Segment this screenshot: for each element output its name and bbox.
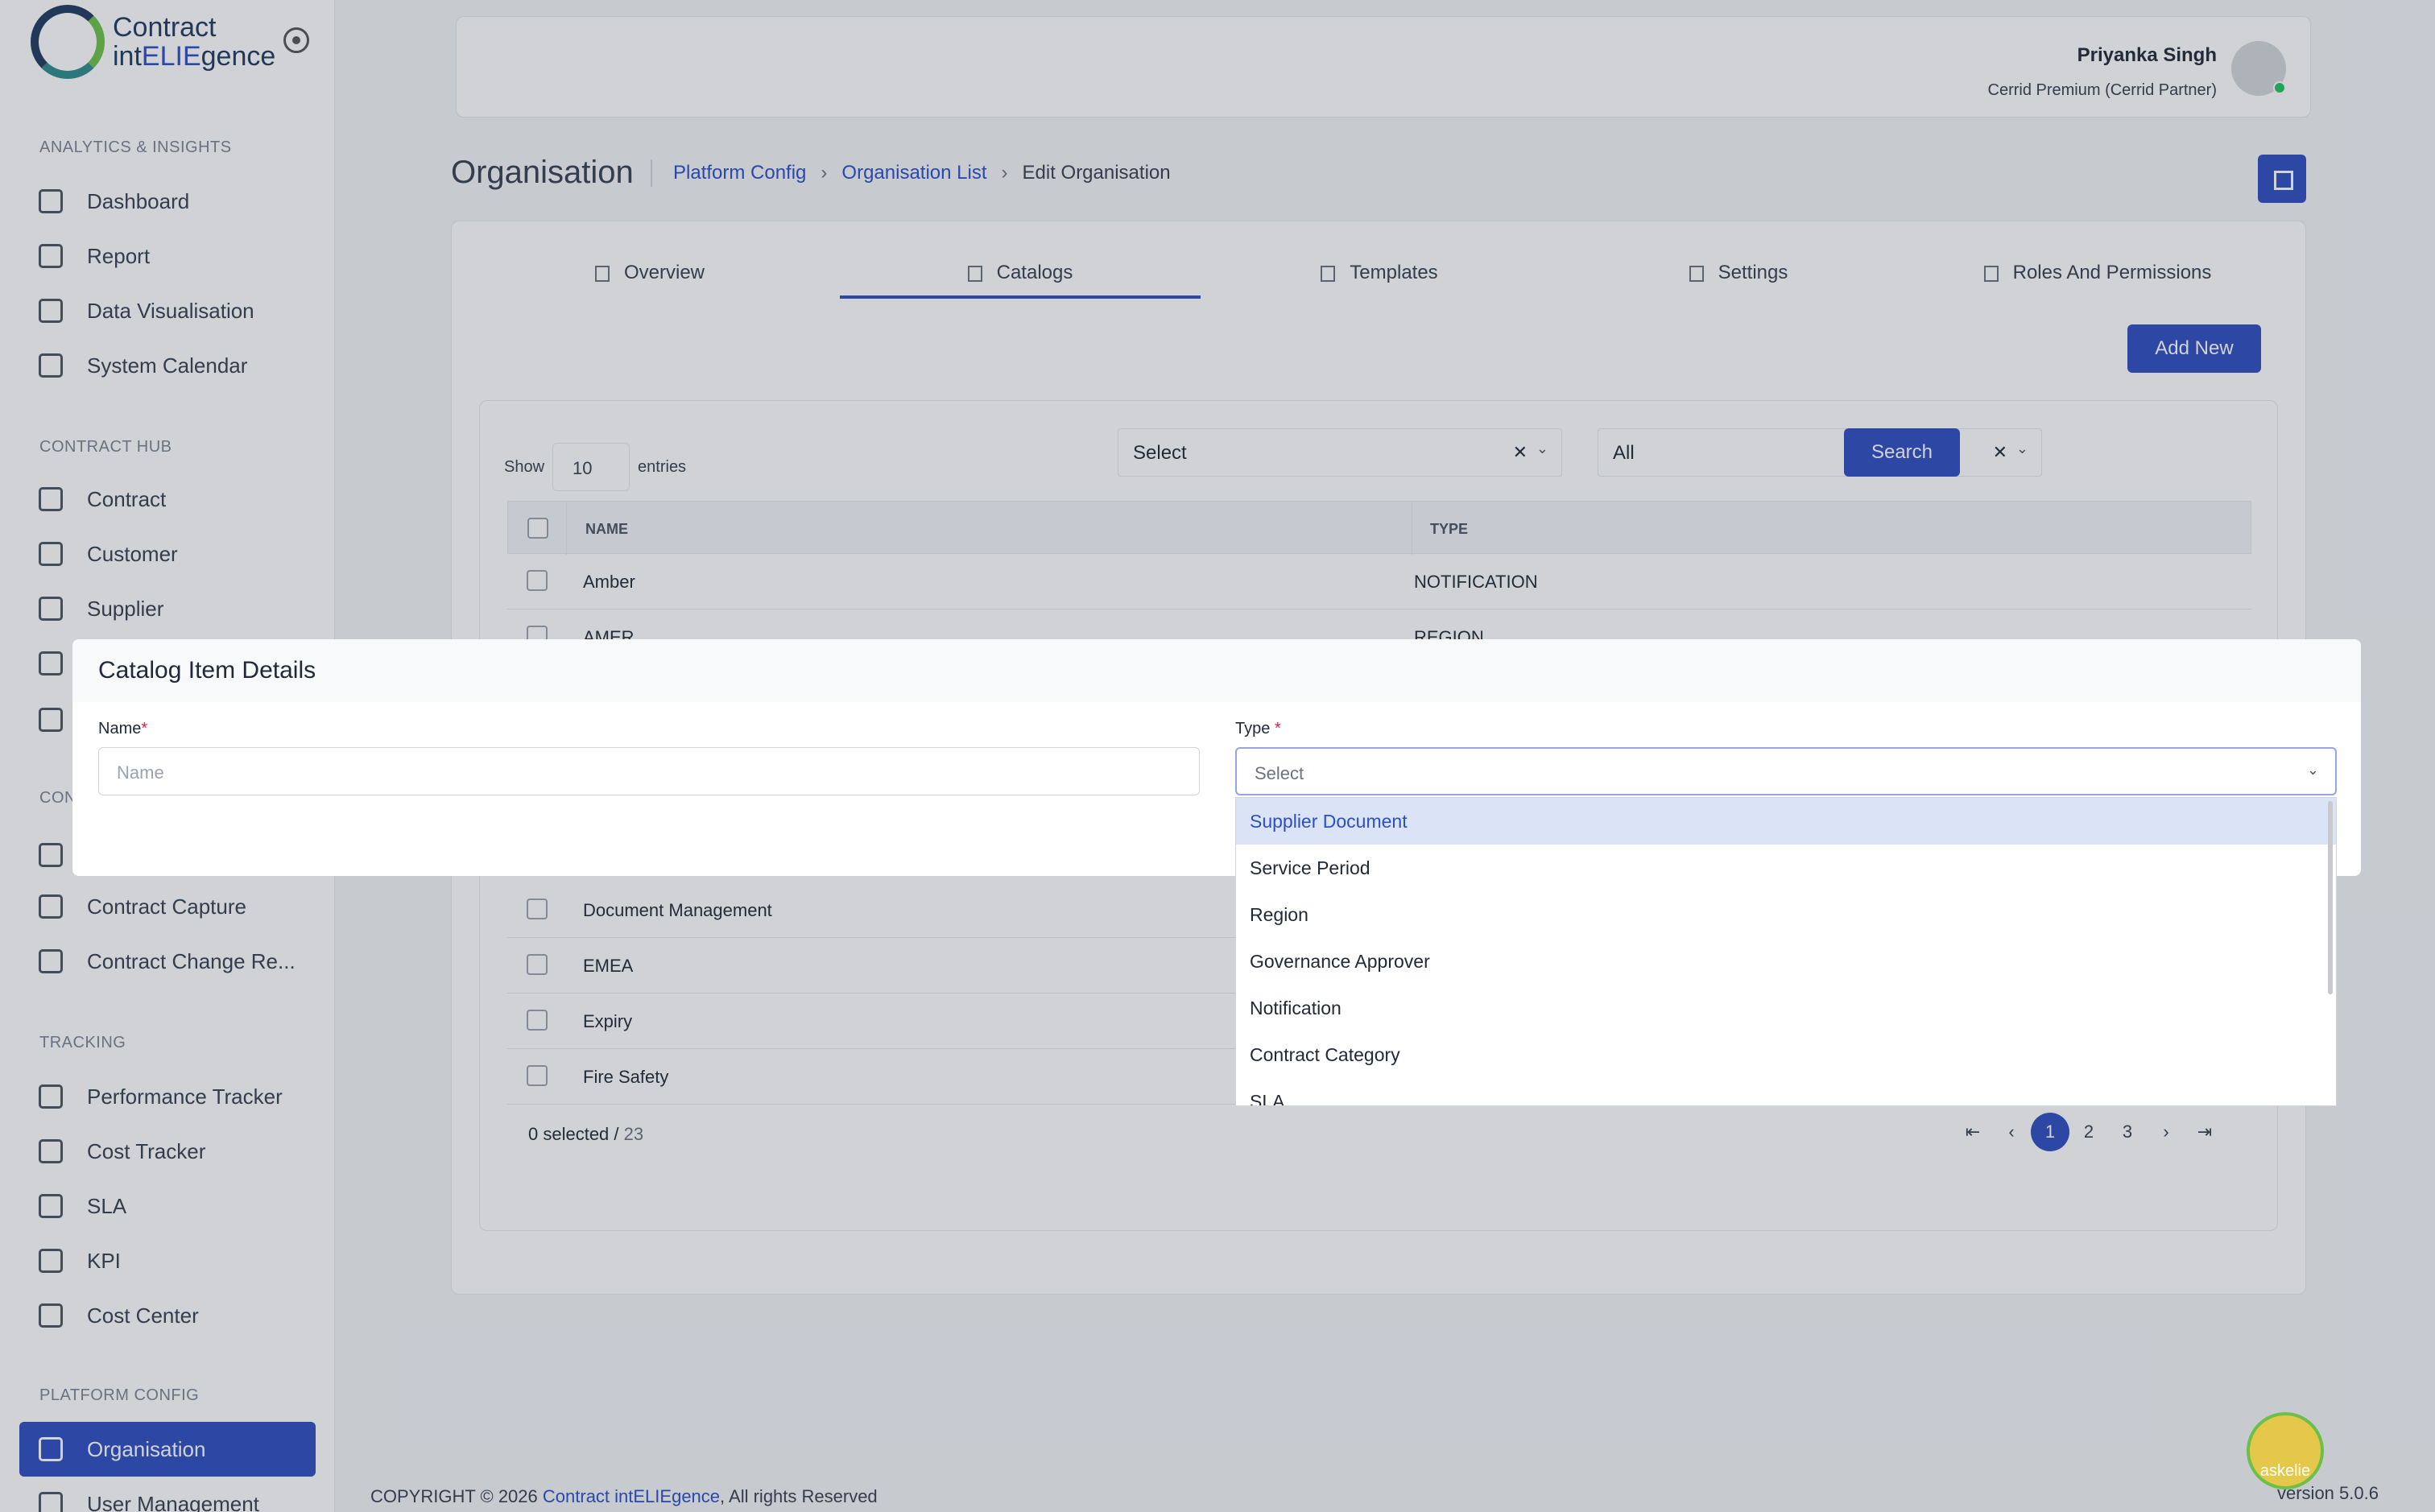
name-label: Name* <box>98 720 148 737</box>
dropdown-option[interactable]: Governance Approver <box>1236 938 2336 985</box>
dropdown-option[interactable]: SLA <box>1236 1078 2336 1105</box>
askelie-assistant-button[interactable]: askelie <box>2247 1412 2324 1489</box>
type-label: Type * <box>1235 720 1281 737</box>
name-input[interactable]: Name <box>98 747 1200 795</box>
dropdown-option[interactable]: Region <box>1236 891 2336 938</box>
type-dropdown-menu: Supplier Document Service Period Region … <box>1235 797 2337 1106</box>
dropdown-option[interactable]: Contract Category <box>1236 1031 2336 1078</box>
dropdown-scrollbar[interactable] <box>2328 801 2333 994</box>
dropdown-option[interactable]: Supplier Document <box>1236 798 2336 845</box>
dropdown-option[interactable]: Notification <box>1236 985 2336 1031</box>
modal-title: Catalog Item Details <box>72 639 2361 702</box>
dropdown-option[interactable]: Service Period <box>1236 845 2336 891</box>
chevron-down-icon: ⌄ <box>2306 762 2319 778</box>
type-select[interactable]: Select ⌄ <box>1235 747 2337 795</box>
